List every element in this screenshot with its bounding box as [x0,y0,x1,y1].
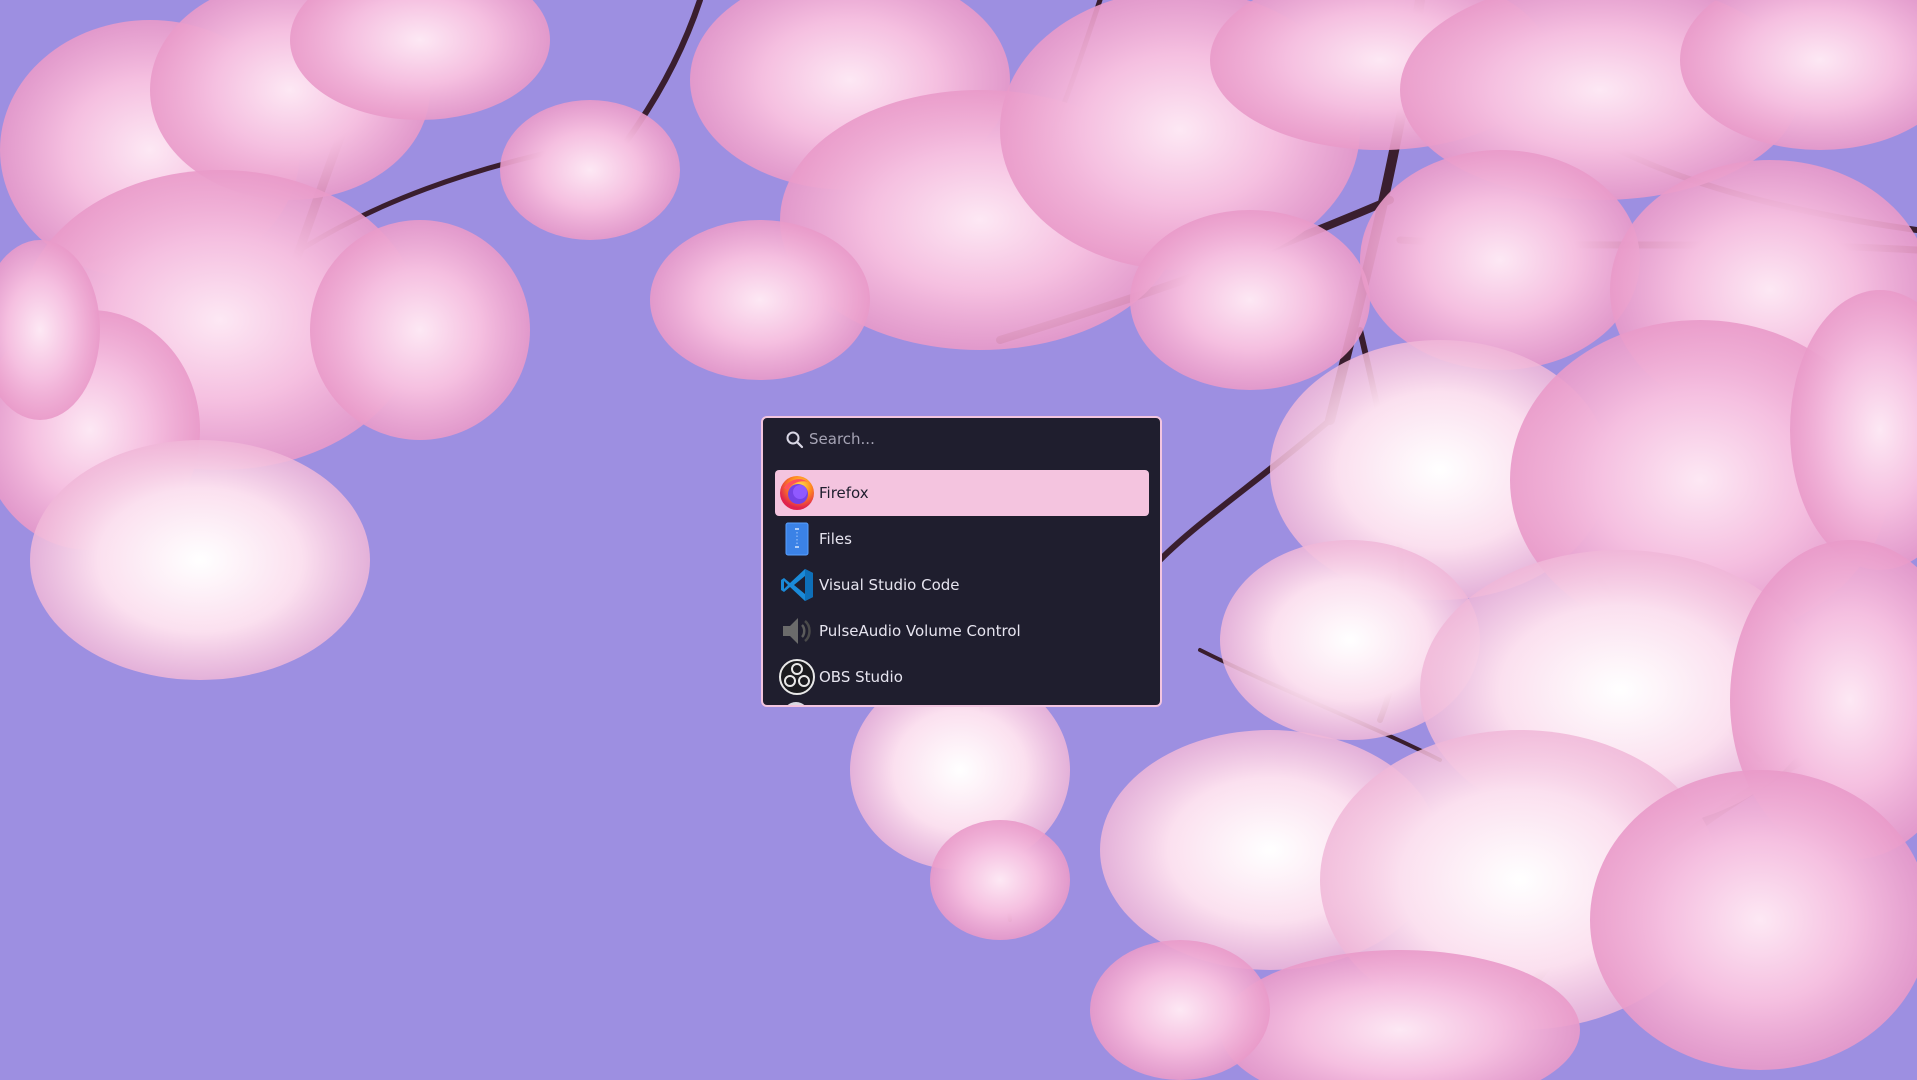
app-item-files[interactable]: Files [775,516,1149,562]
search-input[interactable] [809,426,1129,452]
files-icon [777,519,817,559]
app-label: OBS Studio [819,668,903,686]
speaker-icon [777,611,817,651]
app-label: Visual Studio Code [819,576,960,594]
app-label: Firefox [819,484,869,502]
firefox-icon [777,473,817,513]
app-item-obs[interactable]: OBS Studio [775,654,1149,700]
next-app-icon [781,700,811,705]
search-bar [763,418,1160,462]
app-item-firefox[interactable]: Firefox [775,470,1149,516]
app-list: Firefox Files Visual Studio Code PulseAu… [775,470,1149,700]
desktop[interactable]: Firefox Files [0,0,1917,1080]
app-item-vscode[interactable]: Visual Studio Code [775,562,1149,608]
app-launcher: Firefox Files [761,416,1162,707]
app-label: Files [819,530,852,548]
obs-icon [777,657,817,697]
vscode-icon [777,565,817,605]
search-icon [786,431,804,449]
app-label: PulseAudio Volume Control [819,622,1021,640]
app-item-pulseaudio[interactable]: PulseAudio Volume Control [775,608,1149,654]
